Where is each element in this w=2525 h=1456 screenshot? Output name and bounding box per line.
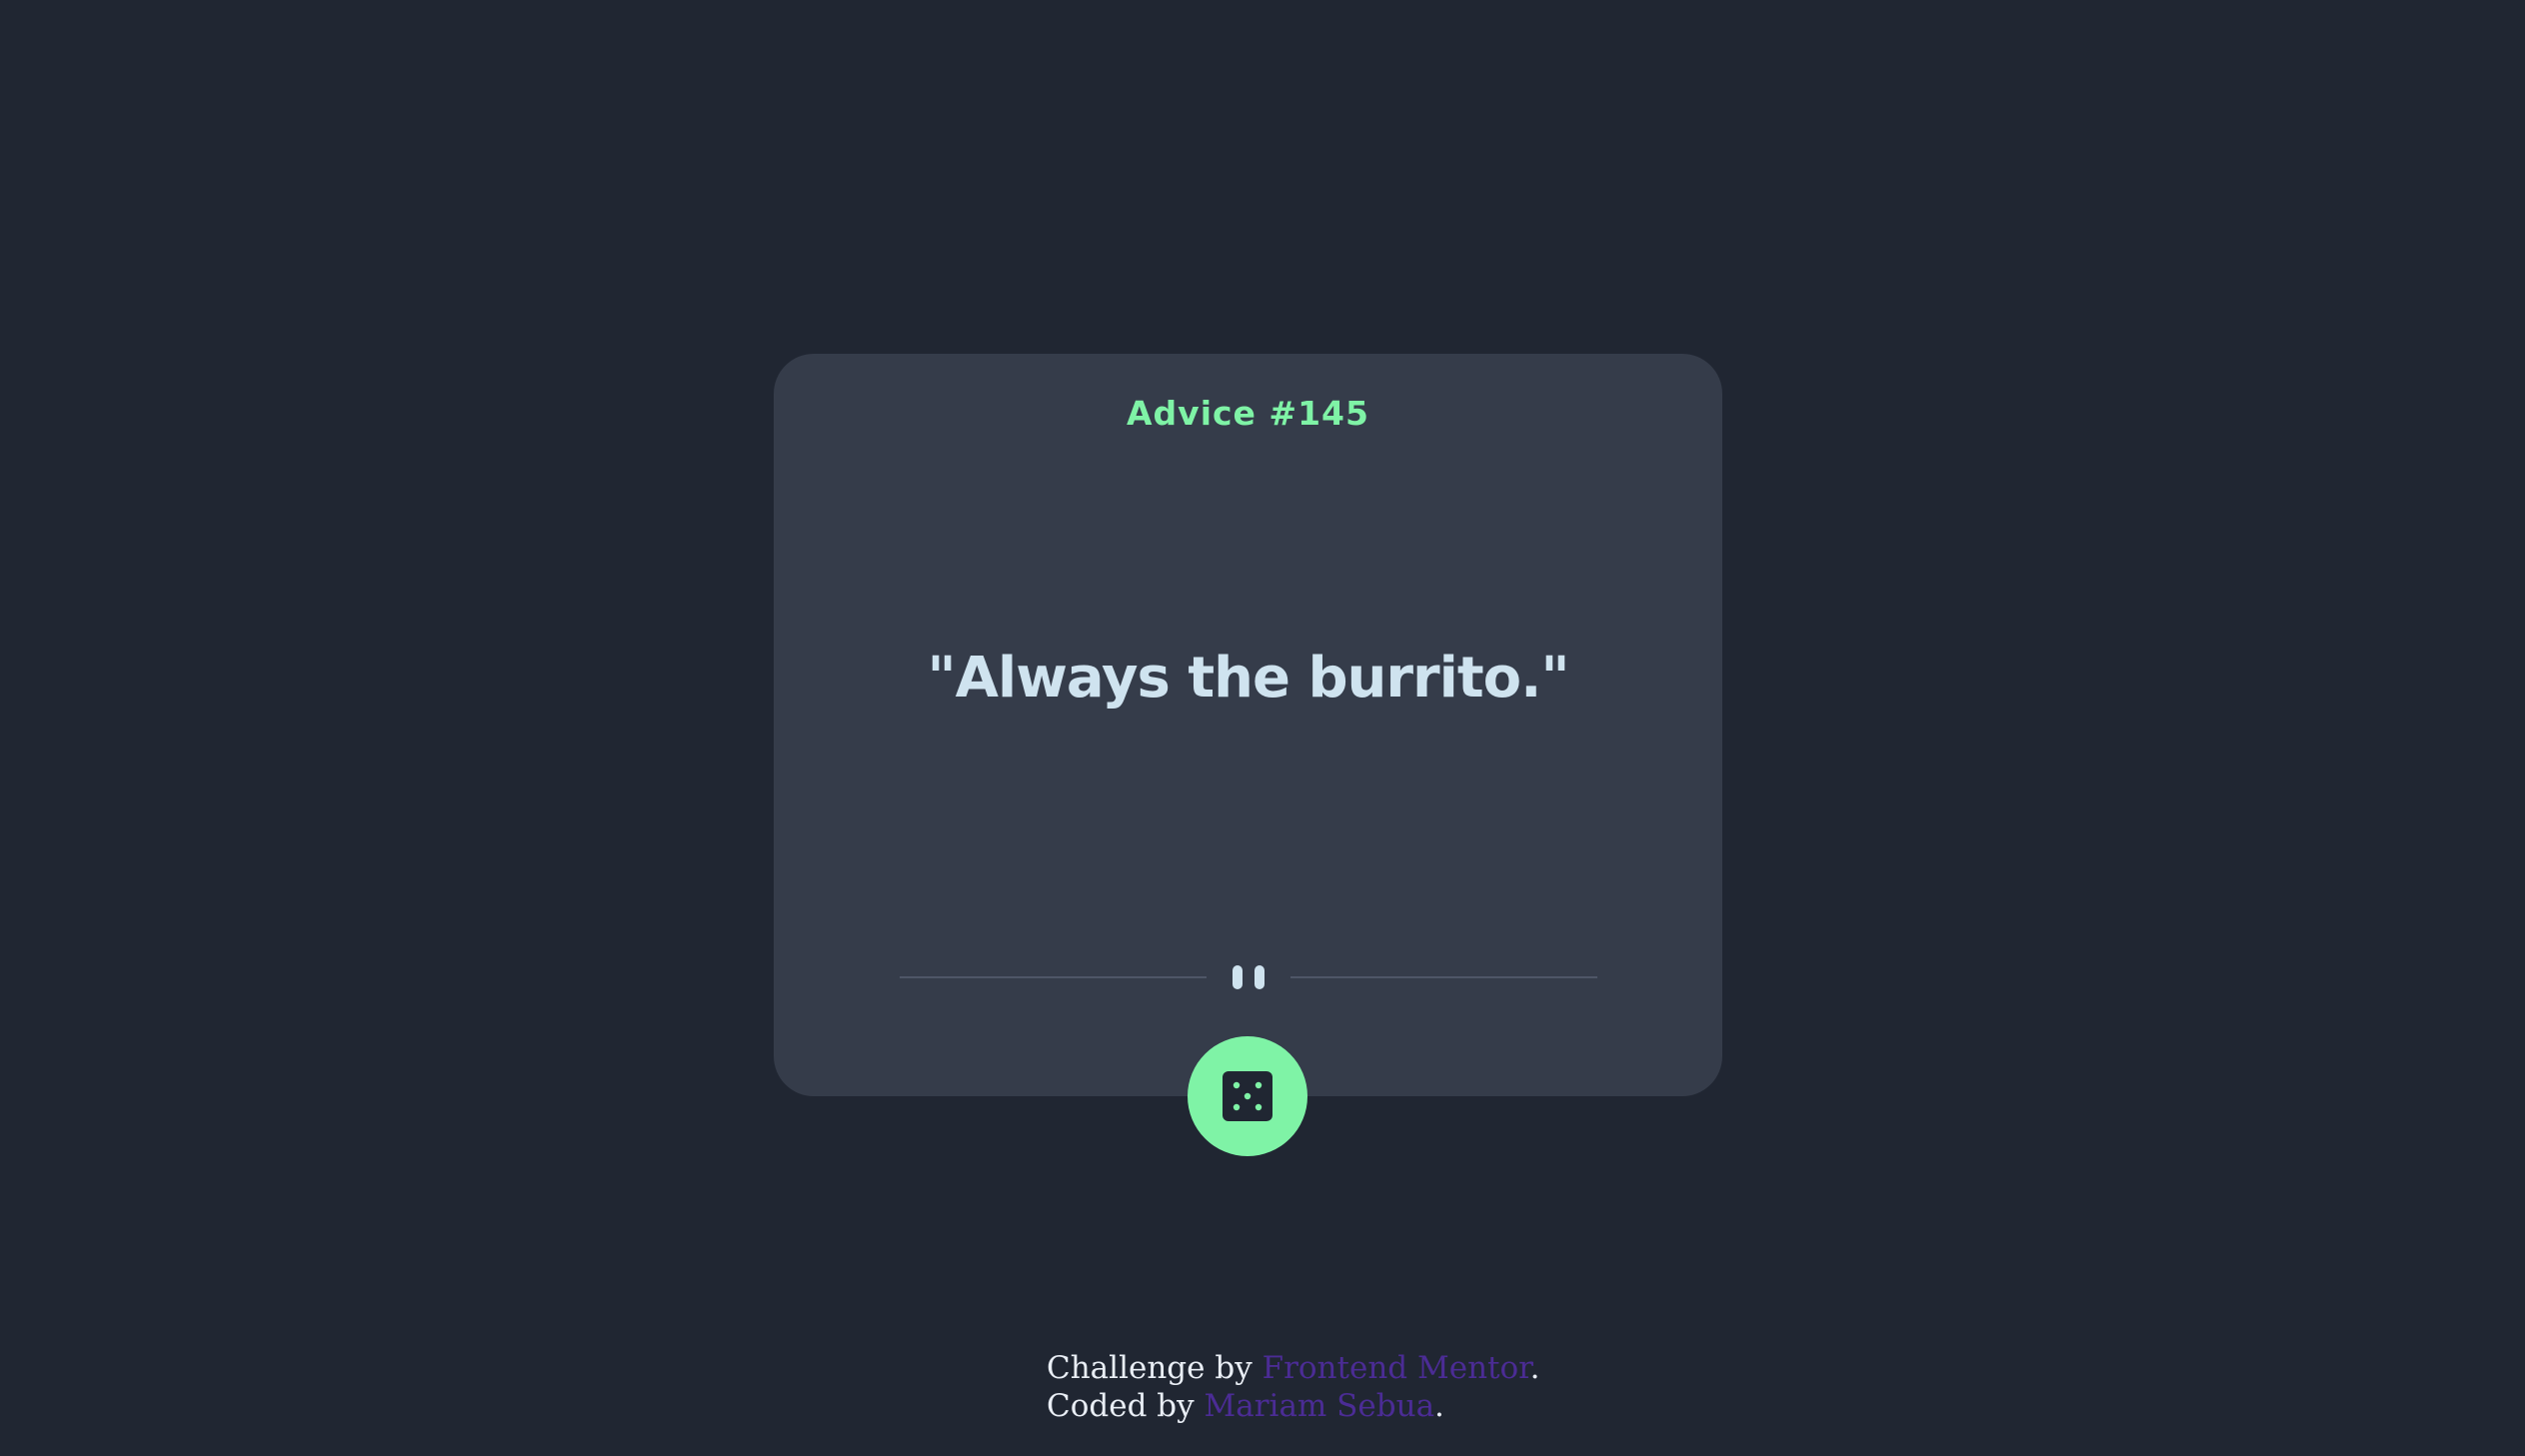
frontend-mentor-link[interactable]: Frontend Mentor [1262,1350,1530,1386]
challenge-prefix: Challenge by [1047,1350,1262,1386]
generate-advice-button[interactable] [1188,1036,1307,1156]
attribution: Challenge by Frontend Mentor. Coded by M… [1047,1349,1539,1425]
author-link[interactable]: Mariam Sebua [1204,1388,1434,1424]
pause-icon [1233,965,1264,989]
attribution-coded-line: Coded by Mariam Sebua. [1047,1387,1539,1425]
advice-card: Advice #145 "Always the burrito." [774,354,1722,1096]
coded-suffix: . [1434,1388,1444,1424]
dice-icon [1223,1071,1272,1121]
page: Advice #145 "Always the burrito." Challe… [0,0,2525,1456]
advice-quote: "Always the burrito." [927,646,1569,711]
divider [900,965,1597,989]
challenge-suffix: . [1529,1350,1540,1386]
advice-id-label: Advice #145 [1127,394,1369,433]
attribution-challenge-line: Challenge by Frontend Mentor. [1047,1349,1539,1387]
coded-prefix: Coded by [1047,1388,1205,1424]
divider-line-right [1290,976,1597,978]
divider-line-left [900,976,1207,978]
